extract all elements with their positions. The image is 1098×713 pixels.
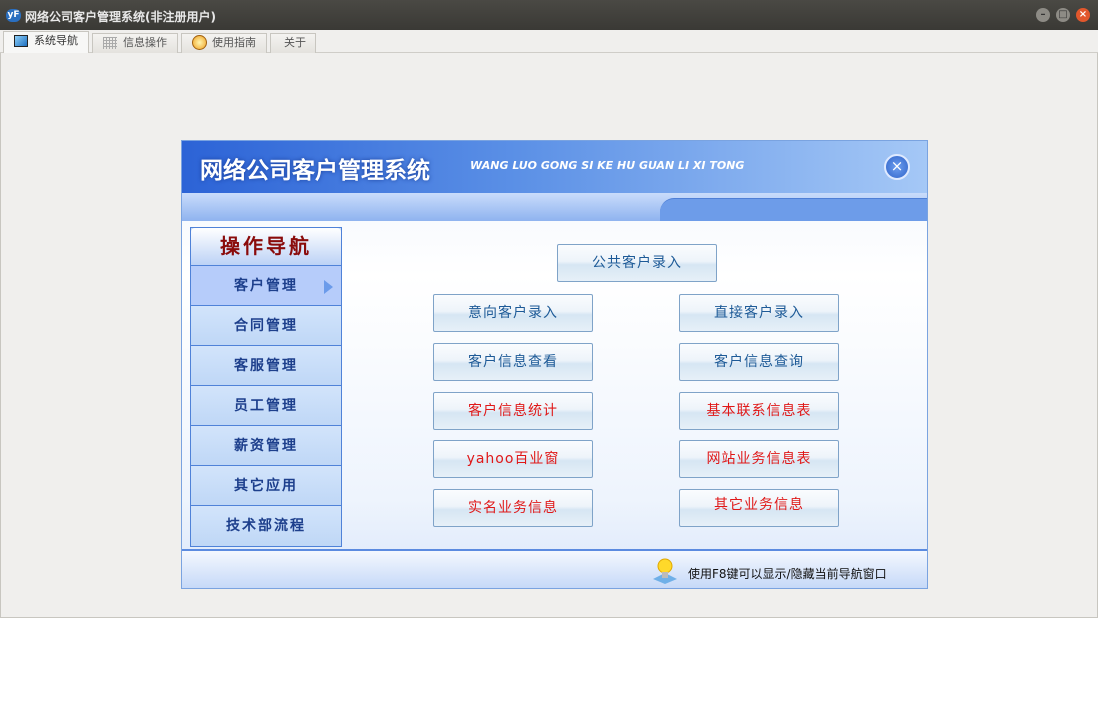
sidebar-item-contract[interactable]: 合同管理 — [191, 306, 341, 346]
title-bar: yF 网络公司客户管理系统(非注册用户) – □ × — [0, 0, 1098, 30]
sidebar-title: 操作导航 — [191, 228, 341, 266]
close-window-button[interactable]: × — [1076, 8, 1090, 22]
customer-info-view-button[interactable]: 客户信息查看 — [433, 343, 593, 381]
sidebar-item-service[interactable]: 客服管理 — [191, 346, 341, 386]
f8-tip: 使用F8键可以显示/隐藏当前导航窗口 — [688, 567, 887, 581]
sidebar-item-label: 合同管理 — [234, 318, 298, 334]
lightbulb-icon — [653, 558, 677, 584]
sidebar-item-label: 其它应用 — [234, 478, 298, 494]
sidebar-item-label: 员工管理 — [234, 398, 298, 414]
sidebar: 操作导航 客户管理 合同管理 客服管理 员工管理 薪资管理 其它应用 技术部流程 — [190, 227, 342, 547]
tab-system-nav[interactable]: 系统导航 — [3, 31, 89, 53]
panel-close-button[interactable]: × — [884, 154, 910, 180]
panel-subtitle: WANG LUO GONG SI KE HU GUAN LI XI TONG — [470, 159, 745, 172]
public-customer-entry-button[interactable]: 公共客户录入 — [557, 244, 717, 282]
tab-bar: 系统导航 信息操作 使用指南 关于 — [0, 30, 1098, 53]
sidebar-item-tech[interactable]: 技术部流程 — [191, 506, 341, 546]
contact-info-table-button[interactable]: 基本联系信息表 — [679, 392, 839, 430]
grid-icon — [103, 37, 117, 49]
website-business-table-button[interactable]: 网站业务信息表 — [679, 440, 839, 478]
maximize-button[interactable]: □ — [1056, 8, 1070, 22]
sidebar-item-label: 薪资管理 — [234, 438, 298, 454]
tab-label: 关于 — [284, 36, 306, 49]
navigation-panel: 网络公司客户管理系统 WANG LUO GONG SI KE HU GUAN L… — [181, 140, 928, 589]
panel-header: 网络公司客户管理系统 WANG LUO GONG SI KE HU GUAN L… — [182, 141, 927, 193]
window-title: 网络公司客户管理系统(非注册用户) — [25, 10, 216, 24]
sidebar-item-other[interactable]: 其它应用 — [191, 466, 341, 506]
tab-info-ops[interactable]: 信息操作 — [92, 33, 178, 53]
panel-title: 网络公司客户管理系统 — [200, 158, 430, 184]
tab-label: 信息操作 — [123, 36, 167, 49]
help-icon — [192, 35, 207, 50]
sidebar-item-salary[interactable]: 薪资管理 — [191, 426, 341, 466]
tab-about[interactable]: 关于 — [270, 33, 316, 53]
app-logo-icon: yF — [6, 9, 21, 22]
other-business-button[interactable]: 其它业务信息 — [679, 489, 839, 527]
sidebar-item-staff[interactable]: 员工管理 — [191, 386, 341, 426]
sidebar-item-label: 技术部流程 — [226, 518, 306, 534]
sidebar-item-label: 客户管理 — [234, 278, 298, 294]
sidebar-item-label: 客服管理 — [234, 358, 298, 374]
direct-customer-entry-button[interactable]: 直接客户录入 — [679, 294, 839, 332]
band-decoration — [660, 198, 927, 221]
minimize-button[interactable]: – — [1036, 8, 1050, 22]
tab-label: 使用指南 — [212, 36, 256, 49]
yahoo-button[interactable]: yahoo百业窗 — [433, 440, 593, 478]
tab-label: 系统导航 — [34, 34, 78, 47]
sidebar-item-customer[interactable]: 客户管理 — [191, 266, 341, 306]
monitor-icon — [14, 35, 28, 47]
tab-guide[interactable]: 使用指南 — [181, 33, 267, 53]
footer-bar: 使用F8键可以显示/隐藏当前导航窗口 — [182, 549, 927, 588]
arrow-right-icon — [324, 280, 333, 294]
header-band — [182, 193, 927, 221]
customer-info-stats-button[interactable]: 客户信息统计 — [433, 392, 593, 430]
customer-info-query-button[interactable]: 客户信息查询 — [679, 343, 839, 381]
intent-customer-entry-button[interactable]: 意向客户录入 — [433, 294, 593, 332]
realname-business-button[interactable]: 实名业务信息 — [433, 489, 593, 527]
